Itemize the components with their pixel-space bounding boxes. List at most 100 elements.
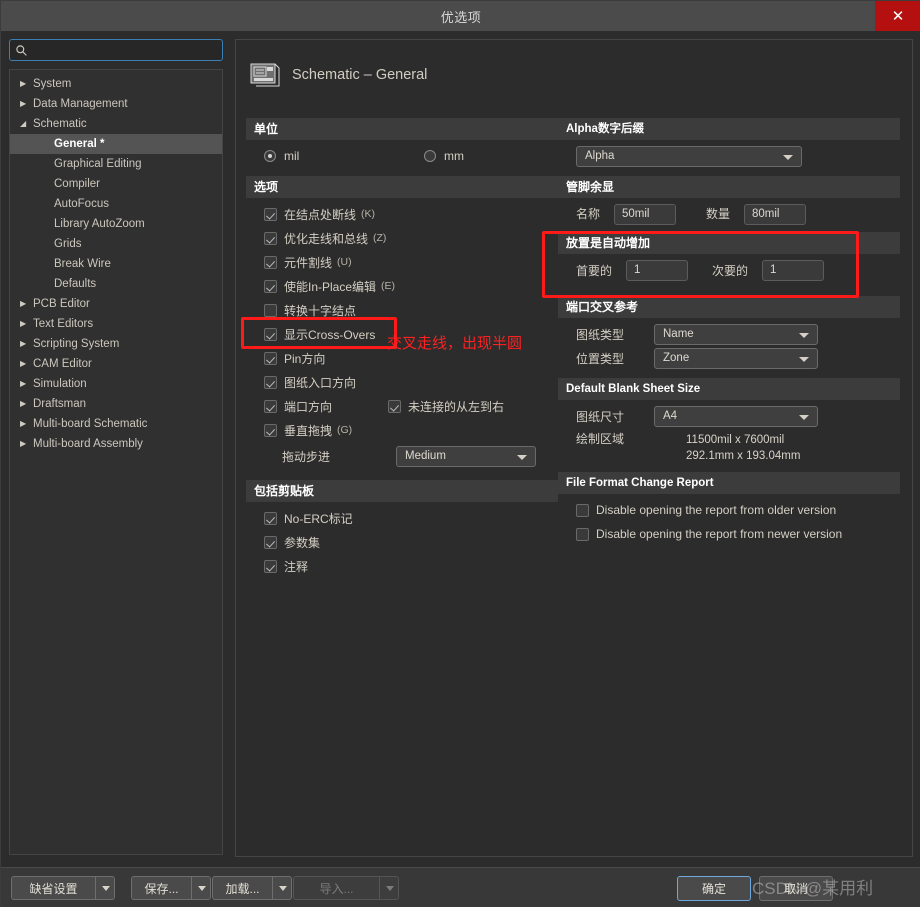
option-row[interactable]: 元件割线 (U): [246, 250, 558, 274]
clipboard-item-row[interactable]: No-ERC标记: [246, 506, 558, 530]
file-format-item-label: Disable opening the report from older ve…: [596, 503, 837, 517]
cancel-button[interactable]: 取消: [759, 876, 833, 901]
file-format-item-row[interactable]: Disable opening the report from older ve…: [558, 498, 900, 522]
ok-button[interactable]: 确定: [677, 876, 751, 901]
import-dropdown-arrow[interactable]: [379, 876, 399, 900]
checkbox-2[interactable]: [264, 231, 277, 245]
chevron-right-icon[interactable]: ▶: [20, 100, 33, 108]
radio-mm-control[interactable]: [424, 150, 436, 162]
pin-margin-name-input[interactable]: [614, 203, 676, 225]
search-input[interactable]: [32, 44, 212, 56]
unconnected-left-to-right[interactable]: 未连接的从左到右: [388, 398, 504, 415]
chevron-right-icon[interactable]: ▶: [20, 360, 33, 368]
sidebar-item-cam-editor[interactable]: ▶ CAM Editor: [10, 354, 222, 374]
load-dropdown-arrow[interactable]: [272, 876, 292, 900]
chevron-right-icon[interactable]: ▶: [20, 300, 33, 308]
radio-mm[interactable]: mm: [424, 149, 464, 163]
save-dropdown-arrow[interactable]: [191, 876, 211, 900]
alpha-suffix-combo[interactable]: Alpha: [576, 145, 802, 167]
sidebar-item-draftsman[interactable]: ▶ Draftsman: [10, 394, 222, 414]
save-split-button[interactable]: 保存...: [131, 876, 211, 900]
sidebar-item-general[interactable]: General *: [10, 134, 222, 154]
checkbox-4[interactable]: [264, 279, 277, 293]
sidebar-item-library-autozoom[interactable]: Library AutoZoom: [10, 214, 222, 234]
clipboard-item-row[interactable]: 注释: [246, 554, 558, 578]
sidebar-item-text-editors[interactable]: ▶ Text Editors: [10, 314, 222, 334]
checkbox-2[interactable]: [576, 527, 589, 541]
checkbox-5[interactable]: [264, 303, 277, 317]
save-button[interactable]: 保存...: [131, 876, 191, 900]
sheet-type-combo[interactable]: Name: [654, 323, 818, 345]
defaults-dropdown-arrow[interactable]: [95, 876, 115, 900]
option-row[interactable]: 在结点处断线 (K): [246, 202, 558, 226]
sidebar-item-schematic[interactable]: ◢ Schematic: [10, 114, 222, 134]
option-row[interactable]: 端口方向 未连接的从左到右: [246, 394, 558, 418]
sidebar-item-compiler[interactable]: Compiler: [10, 174, 222, 194]
sidebar-item-pcb-editor[interactable]: ▶ PCB Editor: [10, 294, 222, 314]
checkbox-3[interactable]: [264, 559, 277, 573]
defaults-split-button[interactable]: 缺省设置: [11, 876, 115, 900]
defaults-button[interactable]: 缺省设置: [11, 876, 95, 900]
pin-margin-number-input[interactable]: [744, 203, 806, 225]
option-row[interactable]: 显示Cross-Overs: [246, 322, 558, 346]
sidebar-item-scripting-system[interactable]: ▶ Scripting System: [10, 334, 222, 354]
location-type-combo[interactable]: Zone: [654, 347, 818, 369]
load-button[interactable]: 加载...: [212, 876, 272, 900]
checkbox-1[interactable]: [264, 207, 277, 221]
title-bar: 优选项 ✕: [1, 1, 920, 31]
clipboard-item-row[interactable]: 参数集: [246, 530, 558, 554]
auto-increment-primary-input[interactable]: [626, 259, 688, 281]
close-icon[interactable]: ✕: [875, 1, 920, 31]
sidebar-item-data-management[interactable]: ▶ Data Management: [10, 94, 222, 114]
option-row[interactable]: 垂直拖拽 (G): [246, 418, 558, 442]
radio-mil[interactable]: mil: [264, 149, 424, 163]
checkbox-7[interactable]: [264, 351, 277, 365]
sidebar-item-grids[interactable]: Grids: [10, 234, 222, 254]
checkbox-3[interactable]: [264, 255, 277, 269]
option-row[interactable]: 转换十字结点: [246, 298, 558, 322]
sheet-size-combo[interactable]: A4: [654, 405, 818, 427]
chevron-right-icon[interactable]: ▶: [20, 380, 33, 388]
checkbox-2[interactable]: [264, 535, 277, 549]
import-button[interactable]: 导入...: [293, 876, 379, 900]
import-split-button[interactable]: 导入...: [293, 876, 399, 900]
chevron-right-icon[interactable]: ▶: [20, 440, 33, 448]
sidebar-item-multi-board-assembly[interactable]: ▶ Multi-board Assembly: [10, 434, 222, 454]
load-split-button[interactable]: 加载...: [212, 876, 292, 900]
checkbox-1[interactable]: [576, 503, 589, 517]
sidebar-item-break-wire[interactable]: Break Wire: [10, 254, 222, 274]
unconnected-left-to-right-checkbox[interactable]: [388, 399, 402, 413]
checkbox-8[interactable]: [264, 375, 277, 389]
file-format-item-row[interactable]: Disable opening the report from newer ve…: [558, 522, 900, 546]
chevron-right-icon[interactable]: ▶: [20, 320, 33, 328]
sidebar-item-defaults[interactable]: Defaults: [10, 274, 222, 294]
checkbox-10[interactable]: [264, 423, 277, 437]
checkbox-1[interactable]: [264, 511, 277, 525]
search-box[interactable]: [9, 39, 223, 61]
sidebar-item-multi-board-schematic[interactable]: ▶ Multi-board Schematic: [10, 414, 222, 434]
radio-mil-control[interactable]: [264, 150, 276, 162]
draw-area-row: 绘制区域 11500mil x 7600mil 292.1mm x 193.04…: [558, 428, 900, 466]
sidebar-item-label: Scripting System: [33, 338, 120, 350]
auto-increment-secondary-input[interactable]: [762, 259, 824, 281]
option-row[interactable]: Pin方向: [246, 346, 558, 370]
chevron-right-icon[interactable]: ▶: [20, 80, 33, 88]
alpha-suffix-value: Alpha: [585, 149, 615, 162]
checkbox-9[interactable]: [264, 399, 277, 413]
chevron-down-icon[interactable]: ◢: [20, 120, 33, 128]
option-row[interactable]: 优化走线和总线 (Z): [246, 226, 558, 250]
option-row[interactable]: 使能In-Place编辑 (E): [246, 274, 558, 298]
chevron-right-icon[interactable]: ▶: [20, 420, 33, 428]
sidebar-item-autofocus[interactable]: AutoFocus: [10, 194, 222, 214]
dialog-body: ▶ System ▶ Data Management ◢ Schematic General…: [1, 31, 920, 867]
chevron-right-icon[interactable]: ▶: [20, 340, 33, 348]
sidebar-item-system[interactable]: ▶ System: [10, 74, 222, 94]
chevron-right-icon[interactable]: ▶: [20, 400, 33, 408]
sidebar-item-simulation[interactable]: ▶ Simulation: [10, 374, 222, 394]
option-row[interactable]: 图纸入口方向: [246, 370, 558, 394]
drag-step-combo[interactable]: Medium: [396, 445, 536, 467]
sidebar-item-graphical-editing[interactable]: Graphical Editing: [10, 154, 222, 174]
file-format-item-label: Disable opening the report from newer ve…: [596, 527, 843, 541]
checkbox-6[interactable]: [264, 327, 277, 341]
preferences-tree[interactable]: ▶ System ▶ Data Management ◢ Schematic General…: [9, 69, 223, 855]
